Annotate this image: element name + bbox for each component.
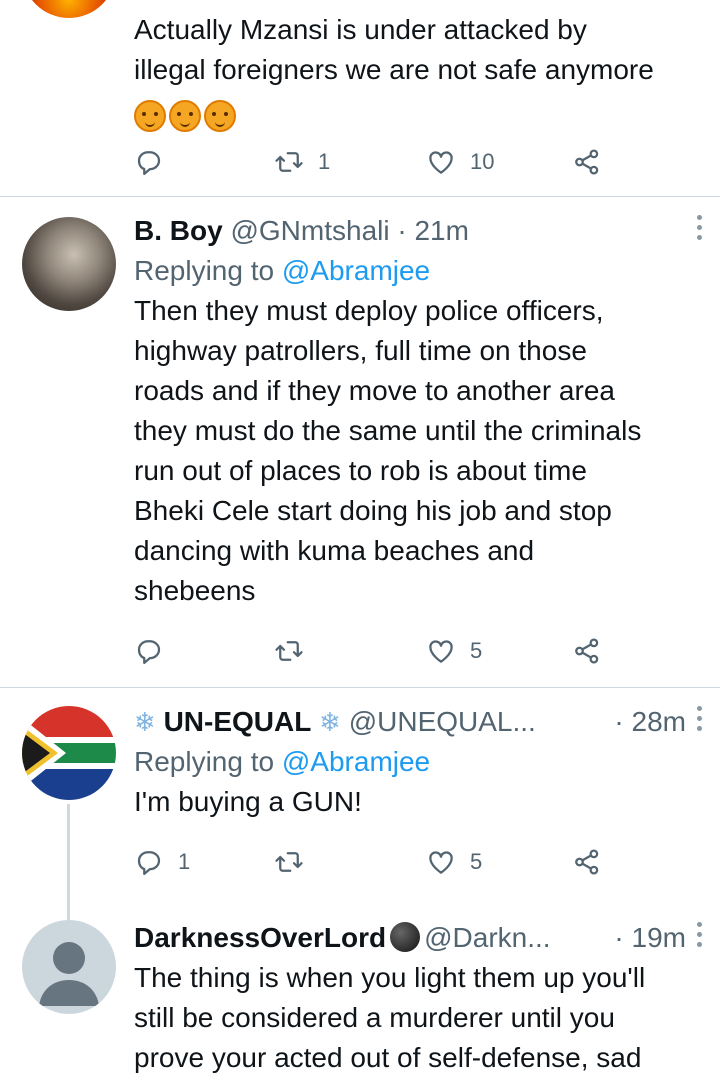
retweet-button[interactable] bbox=[274, 631, 318, 671]
timestamp[interactable]: · 19m bbox=[614, 918, 686, 958]
share-icon bbox=[575, 849, 599, 875]
share-button[interactable] bbox=[572, 842, 602, 882]
heart-icon bbox=[429, 640, 453, 663]
tweet-text: The thing is when you light them up you'… bbox=[134, 962, 646, 1073]
user-handle[interactable]: @UNEQUAL... bbox=[349, 706, 536, 737]
reply-to-handle[interactable]: @Abramjee bbox=[282, 255, 430, 286]
user-handle[interactable]: @Darkn... bbox=[424, 922, 550, 953]
share-button[interactable] bbox=[572, 142, 602, 182]
timestamp[interactable]: · 28m bbox=[614, 702, 686, 742]
tweet-card[interactable]: DarknessOverLord @Darkn... · 19m The thin… bbox=[0, 918, 720, 1076]
tweet-header: B. Boy @GNmtshali · 21m bbox=[134, 211, 702, 251]
person-gesturing-no-emoji bbox=[204, 99, 236, 132]
more-options-icon[interactable] bbox=[694, 215, 704, 245]
share-icon bbox=[575, 149, 599, 175]
like-button[interactable]: 10 bbox=[426, 142, 494, 182]
user-avatar[interactable] bbox=[22, 920, 116, 1014]
display-name[interactable]: DarknessOverLord bbox=[134, 922, 386, 953]
reply-button[interactable] bbox=[134, 142, 178, 182]
tweet-actions: 1 10 bbox=[134, 142, 604, 182]
retweet-icon bbox=[275, 641, 303, 661]
like-button[interactable]: 5 bbox=[426, 631, 482, 671]
user-avatar[interactable] bbox=[22, 217, 116, 311]
reply-icon bbox=[137, 851, 161, 875]
tweet-text: Then they must deploy police officers, h… bbox=[134, 295, 642, 606]
tweet-actions: 5 bbox=[134, 631, 604, 671]
south-africa-flag-icon bbox=[22, 706, 116, 800]
display-name[interactable]: B. Boy bbox=[134, 215, 223, 246]
black-circle-emoji bbox=[390, 922, 421, 952]
like-button[interactable]: 5 bbox=[426, 842, 482, 882]
tweet-header: ❄ UN-EQUAL ❄ @UNEQUAL... · 28m bbox=[134, 702, 702, 742]
display-name[interactable]: UN-EQUAL bbox=[164, 706, 312, 737]
tweet-header: DarknessOverLord @Darkn... · 19m bbox=[134, 918, 702, 958]
retweet-button[interactable]: 1 bbox=[274, 142, 330, 182]
retweet-icon bbox=[275, 852, 303, 872]
reply-icon bbox=[137, 640, 161, 664]
more-options-icon[interactable] bbox=[694, 922, 704, 952]
tweet-card[interactable]: ❄ UN-EQUAL ❄ @UNEQUAL... · 28m Replying … bbox=[0, 688, 720, 920]
reply-button[interactable]: 1 bbox=[134, 842, 190, 882]
more-options-icon[interactable] bbox=[694, 706, 704, 736]
tweet-card[interactable]: B. Boy @GNmtshali · 21m Replying to @Abr… bbox=[0, 197, 720, 687]
emoji-row bbox=[134, 90, 690, 134]
tweet-card[interactable]: Actually Mzansi is under attacked by ill… bbox=[0, 0, 720, 196]
replying-to: Replying to @Abramjee bbox=[134, 255, 431, 286]
tweet-text: I'm buying a GUN! bbox=[134, 786, 362, 817]
snowflake-icon: ❄ bbox=[319, 707, 341, 737]
default-avatar-icon bbox=[39, 942, 99, 1006]
snowflake-icon: ❄ bbox=[134, 707, 156, 737]
heart-icon bbox=[429, 851, 453, 874]
tweet-actions: 1 5 bbox=[134, 842, 604, 882]
user-avatar[interactable] bbox=[22, 0, 116, 18]
timestamp[interactable]: · 21m bbox=[397, 215, 469, 246]
tweet-text: Actually Mzansi is under attacked by ill… bbox=[134, 10, 690, 134]
reply-icon bbox=[137, 151, 161, 175]
share-icon bbox=[575, 638, 599, 664]
reply-to-handle[interactable]: @Abramjee bbox=[282, 746, 430, 777]
share-button[interactable] bbox=[572, 631, 602, 671]
user-avatar[interactable] bbox=[22, 706, 116, 800]
user-handle[interactable]: @GNmtshali bbox=[230, 215, 389, 246]
thread-line bbox=[67, 804, 70, 920]
heart-icon bbox=[429, 151, 453, 174]
retweet-button[interactable] bbox=[274, 842, 318, 882]
reply-button[interactable] bbox=[134, 631, 178, 671]
person-gesturing-no-emoji bbox=[134, 99, 166, 132]
replying-to: Replying to @Abramjee bbox=[134, 746, 431, 777]
person-gesturing-no-emoji bbox=[169, 99, 201, 132]
retweet-icon bbox=[275, 152, 303, 172]
